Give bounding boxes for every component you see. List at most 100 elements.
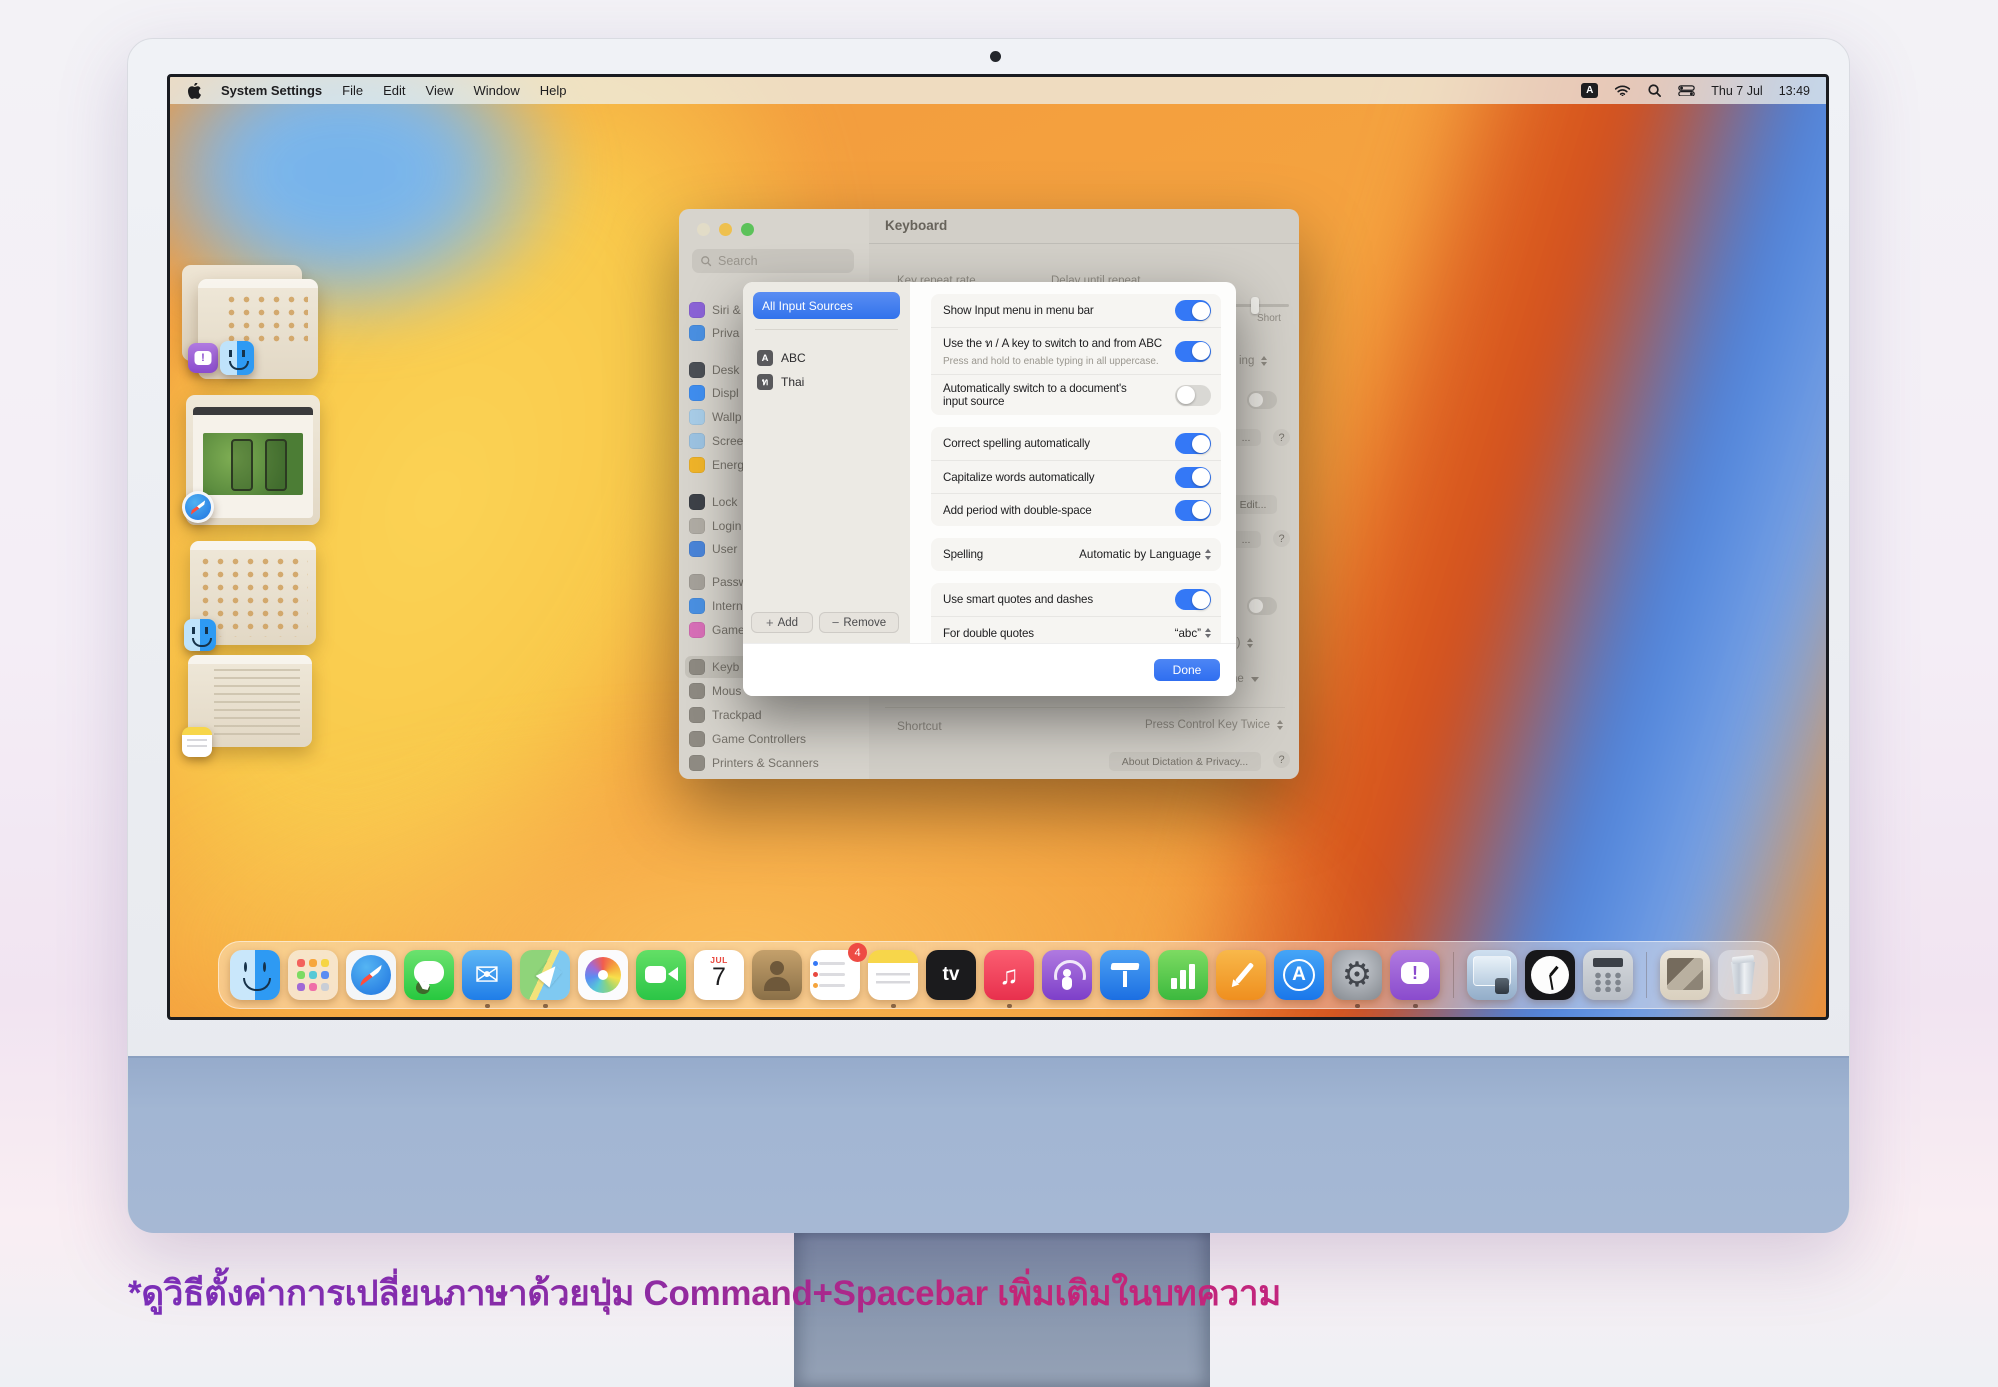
show-input-menu-in-menu-bar-toggle[interactable] <box>1175 300 1211 321</box>
trash-dock-icon[interactable] <box>1718 950 1768 1000</box>
source-item-thai[interactable]: ท Thai <box>757 374 804 390</box>
setting-label: Show Input menu in menu bar <box>943 304 1094 317</box>
menu-app-name[interactable]: System Settings <box>221 83 322 98</box>
use-smart-quotes-and-dashes-toggle[interactable] <box>1175 589 1211 610</box>
fragment-dropdown[interactable]: ing <box>1239 355 1267 367</box>
finder-icon[interactable] <box>220 341 254 375</box>
header-divider <box>869 243 1299 244</box>
keyboard-icon <box>689 659 705 675</box>
safari-icon[interactable] <box>182 491 214 523</box>
system-settings-dock-icon[interactable]: ⚙ <box>1332 950 1382 1000</box>
sidebar-item-label: Lock <box>712 495 737 509</box>
sidebar-item-game-controllers[interactable]: Game Controllers <box>689 728 861 750</box>
dialog-source-panel: All Input Sources A ABC ท Thai +Add −Rem… <box>743 282 910 696</box>
messages-dock-icon[interactable] <box>404 950 454 1000</box>
reminders-dock-icon[interactable]: 4 <box>810 950 860 1000</box>
menu-time[interactable]: 13:49 <box>1779 84 1810 98</box>
use-the-a-key-to-switch-to-and-from-abc-toggle[interactable] <box>1175 341 1211 362</box>
help-button[interactable]: ? <box>1273 429 1290 446</box>
shortcut-value[interactable]: Press Control Key Twice <box>1109 719 1283 731</box>
sidebar-item-trackpad[interactable]: Trackpad <box>689 704 861 726</box>
about-dictation-button[interactable]: About Dictation & Privacy... <box>1109 752 1261 771</box>
dimmed-toggle[interactable] <box>1247 391 1277 409</box>
settings-group: Use smart quotes and dashesFor double qu… <box>931 583 1221 649</box>
desktop-dock-icon <box>689 362 705 378</box>
add-source-button[interactable]: +Add <box>751 612 813 633</box>
correct-spelling-automatically-toggle[interactable] <box>1175 433 1211 454</box>
apple-menu-icon[interactable] <box>188 83 201 99</box>
music-dock-icon[interactable]: ♫ <box>984 950 1034 1000</box>
feedback-assistant-icon[interactable] <box>188 343 218 373</box>
all-input-sources-item[interactable]: All Input Sources <box>753 292 900 319</box>
podcasts-dock-icon[interactable] <box>1042 950 1092 1000</box>
sidebar-item-printers-scanners[interactable]: Printers & Scanners <box>689 752 861 774</box>
help-button[interactable]: ? <box>1273 751 1290 768</box>
contacts-dock-icon[interactable] <box>752 950 802 1000</box>
internet-icon <box>689 598 705 614</box>
numbers-dock-icon[interactable] <box>1158 950 1208 1000</box>
app-store-dock-icon[interactable]: A <box>1274 950 1324 1000</box>
for-double-quotes-select[interactable]: “abc” <box>1175 627 1211 640</box>
dialog-settings-groups: Show Input menu in menu barUse the ท / A… <box>931 294 1221 661</box>
menu-help[interactable]: Help <box>540 83 567 98</box>
dimmed-toggle[interactable] <box>1247 597 1277 615</box>
sidebar-item-label: Scree <box>712 434 743 448</box>
finder-icon[interactable] <box>184 619 216 651</box>
control-center-icon[interactable] <box>1678 85 1695 97</box>
done-button[interactable]: Done <box>1154 659 1220 681</box>
minimize-button[interactable] <box>719 223 732 236</box>
search-icon[interactable] <box>1647 83 1662 98</box>
calculator-dock-icon[interactable] <box>1583 950 1633 1000</box>
row-show-input-menu-in-menu-bar: Show Input menu in menu bar <box>931 294 1221 327</box>
energy-icon <box>689 457 705 473</box>
menu-edit[interactable]: Edit <box>383 83 405 98</box>
divider <box>885 707 1285 708</box>
photos-dock-icon[interactable] <box>578 950 628 1000</box>
menu-view[interactable]: View <box>426 83 454 98</box>
reminders-badge: 4 <box>848 943 867 962</box>
facetime-dock-icon[interactable] <box>636 950 686 1000</box>
menu-file[interactable]: File <box>342 83 363 98</box>
help-button[interactable]: ? <box>1273 530 1290 547</box>
finder-dock-icon[interactable] <box>230 950 280 1000</box>
feedback-assistant-dock-icon[interactable]: ! <box>1390 950 1440 1000</box>
remove-source-button[interactable]: −Remove <box>819 612 899 633</box>
row-add-period-with-double-space: Add period with double-space <box>931 493 1221 526</box>
sidebar-item-label: Wallp <box>712 410 742 424</box>
safari-dock-icon[interactable] <box>346 950 396 1000</box>
notes-icon[interactable] <box>182 727 212 757</box>
source-label: Thai <box>781 375 804 389</box>
edit-button[interactable]: Edit... <box>1229 495 1277 514</box>
launchpad-dock-icon[interactable] <box>288 950 338 1000</box>
clock-dock-icon[interactable] <box>1525 950 1575 1000</box>
settings-search-input[interactable]: Search <box>692 249 854 273</box>
document-preview-dock-icon[interactable] <box>1660 950 1710 1000</box>
sidebar-item-label: Printers & Scanners <box>712 756 819 770</box>
row-automatically-switch-to-a-document-s-inp: Automatically switch to a document's inp… <box>931 374 1221 415</box>
sidebar-item-label: Siri & <box>712 303 741 317</box>
dock-separator <box>1453 952 1454 998</box>
zoom-button[interactable] <box>741 223 754 236</box>
capitalize-words-automatically-toggle[interactable] <box>1175 467 1211 488</box>
close-button[interactable] <box>697 223 710 236</box>
source-item-abc[interactable]: A ABC <box>757 350 806 366</box>
notes-dock-icon[interactable] <box>868 950 918 1000</box>
pages-dock-icon[interactable] <box>1216 950 1266 1000</box>
trackpad-icon <box>689 707 705 723</box>
slider-handle[interactable] <box>1251 297 1259 314</box>
input-source-icon[interactable]: A <box>1581 83 1598 98</box>
menu-date[interactable]: Thu 7 Jul <box>1711 84 1762 98</box>
stack-window-dock-icon[interactable] <box>1467 950 1517 1000</box>
maps-dock-icon[interactable] <box>520 950 570 1000</box>
calendar-dock-icon[interactable]: JUL7 <box>694 950 744 1000</box>
wifi-icon[interactable] <box>1614 85 1631 97</box>
tv-dock-icon[interactable]: tv <box>926 950 976 1000</box>
menu-window[interactable]: Window <box>473 83 519 98</box>
mail-dock-icon[interactable]: ✉ <box>462 950 512 1000</box>
mouse-icon <box>689 683 705 699</box>
automatically-switch-to-a-document-s-inp-toggle[interactable] <box>1175 385 1211 406</box>
spelling-select[interactable]: Automatic by Language <box>1079 548 1211 561</box>
add-period-with-double-space-toggle[interactable] <box>1175 500 1211 521</box>
passwords-icon <box>689 574 705 590</box>
keynote-dock-icon[interactable] <box>1100 950 1150 1000</box>
